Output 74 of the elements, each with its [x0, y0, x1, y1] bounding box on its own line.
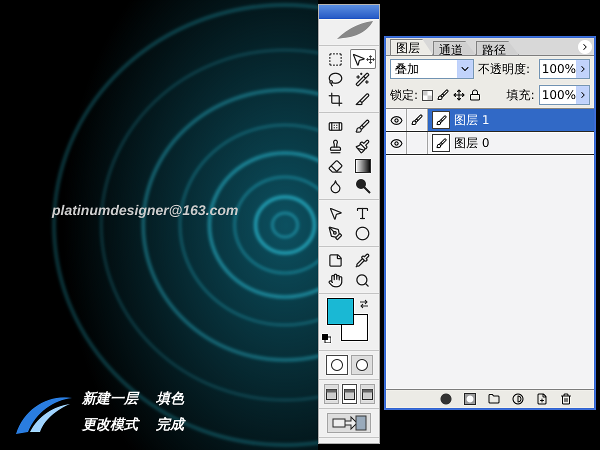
lock-transparency-icon[interactable]: [422, 90, 434, 100]
color-swatches-drawing[interactable]: [327, 298, 371, 342]
jump-button[interactable]: [327, 413, 371, 433]
layer-name: 图层 1: [454, 112, 490, 128]
layer-row[interactable]: 图层 1: [386, 109, 594, 132]
brush-icon: [411, 114, 423, 126]
window-icon: [362, 388, 372, 400]
lock-brush-icon[interactable]: [437, 89, 450, 101]
opacity-field[interactable]: 100%: [538, 59, 590, 79]
trash-icon[interactable]: [560, 393, 572, 405]
step-label: 更改模式: [82, 416, 138, 434]
lasso-icon: [328, 72, 343, 86]
droplet-icon: [328, 178, 343, 194]
jump-to-app-icon: [331, 415, 367, 431]
circle-icon: [330, 358, 344, 372]
dashed-square-icon: [328, 52, 343, 66]
panel-tab[interactable]: 路径: [476, 41, 519, 55]
crop-icon: [328, 92, 343, 106]
wand-icon: [355, 72, 370, 86]
window-icon: [326, 388, 336, 400]
layer-style-icon[interactable]: [440, 393, 452, 405]
opacity-label: 不透明度:: [478, 60, 530, 78]
gradient-icon: [354, 159, 370, 173]
arrow-icon: [328, 206, 343, 220]
mask-mode-button[interactable]: [350, 355, 372, 375]
arrow-move-icon: [350, 52, 366, 66]
filled-circle-icon: [354, 358, 368, 372]
mask-icon[interactable]: [464, 393, 476, 405]
window-icon: [344, 388, 354, 400]
brush-icon: [436, 138, 446, 148]
swap-arrow-icon: [359, 299, 369, 309]
screen-mode-button[interactable]: [342, 384, 356, 404]
magnifier-icon: [355, 272, 370, 288]
ellipse-icon: [355, 226, 370, 240]
knife-icon: [355, 92, 370, 106]
lock-move-icon[interactable]: [453, 89, 466, 101]
step-label: 完成: [156, 416, 184, 434]
layer-name: 图层 0: [454, 134, 490, 152]
toolbox-title-bar: [319, 5, 379, 19]
fill-label: 填充:: [506, 86, 535, 104]
folder-icon[interactable]: [488, 393, 500, 405]
stamp-icon: [328, 138, 343, 154]
brush-icon: [436, 114, 446, 126]
brush-icon: [355, 138, 370, 154]
brush-icon: [355, 118, 370, 134]
screen-mode-button[interactable]: [360, 384, 374, 404]
pen-icon: [328, 226, 343, 240]
eraser-icon: [328, 158, 343, 174]
note-icon: [328, 252, 343, 268]
panel-tab[interactable]: 通道: [433, 41, 476, 55]
lock-label: 锁定:: [390, 86, 418, 104]
move-cross-icon: [366, 54, 374, 64]
text-icon: [355, 206, 370, 220]
panel-tab[interactable]: 图层: [390, 39, 433, 55]
adjustment-icon[interactable]: [512, 393, 524, 405]
new-layer-icon[interactable]: [536, 393, 548, 405]
hand-icon: [328, 272, 343, 288]
step-label: 新建一层: [82, 390, 138, 408]
dodge-icon: [354, 178, 370, 194]
feather-icon: [335, 19, 375, 41]
tool-button[interactable]: [350, 49, 376, 69]
lock-icon[interactable]: [469, 89, 482, 101]
panel-menu-button[interactable]: [578, 40, 592, 54]
email-credit: platinumdesigner@163.com: [52, 202, 240, 218]
eye-icon[interactable]: [390, 136, 402, 150]
eyedropper-icon: [355, 252, 370, 268]
fill-field[interactable]: 100%: [538, 85, 590, 105]
screen-mode-button[interactable]: [324, 384, 338, 404]
blend-mode-dropdown[interactable]: 叠加: [390, 59, 474, 79]
step-label: 填色: [156, 390, 184, 408]
mask-mode-button[interactable]: [326, 355, 348, 375]
layer-row[interactable]: 图层 0: [386, 132, 594, 155]
default-colors-icon: [322, 334, 331, 343]
eye-icon[interactable]: [390, 114, 402, 126]
